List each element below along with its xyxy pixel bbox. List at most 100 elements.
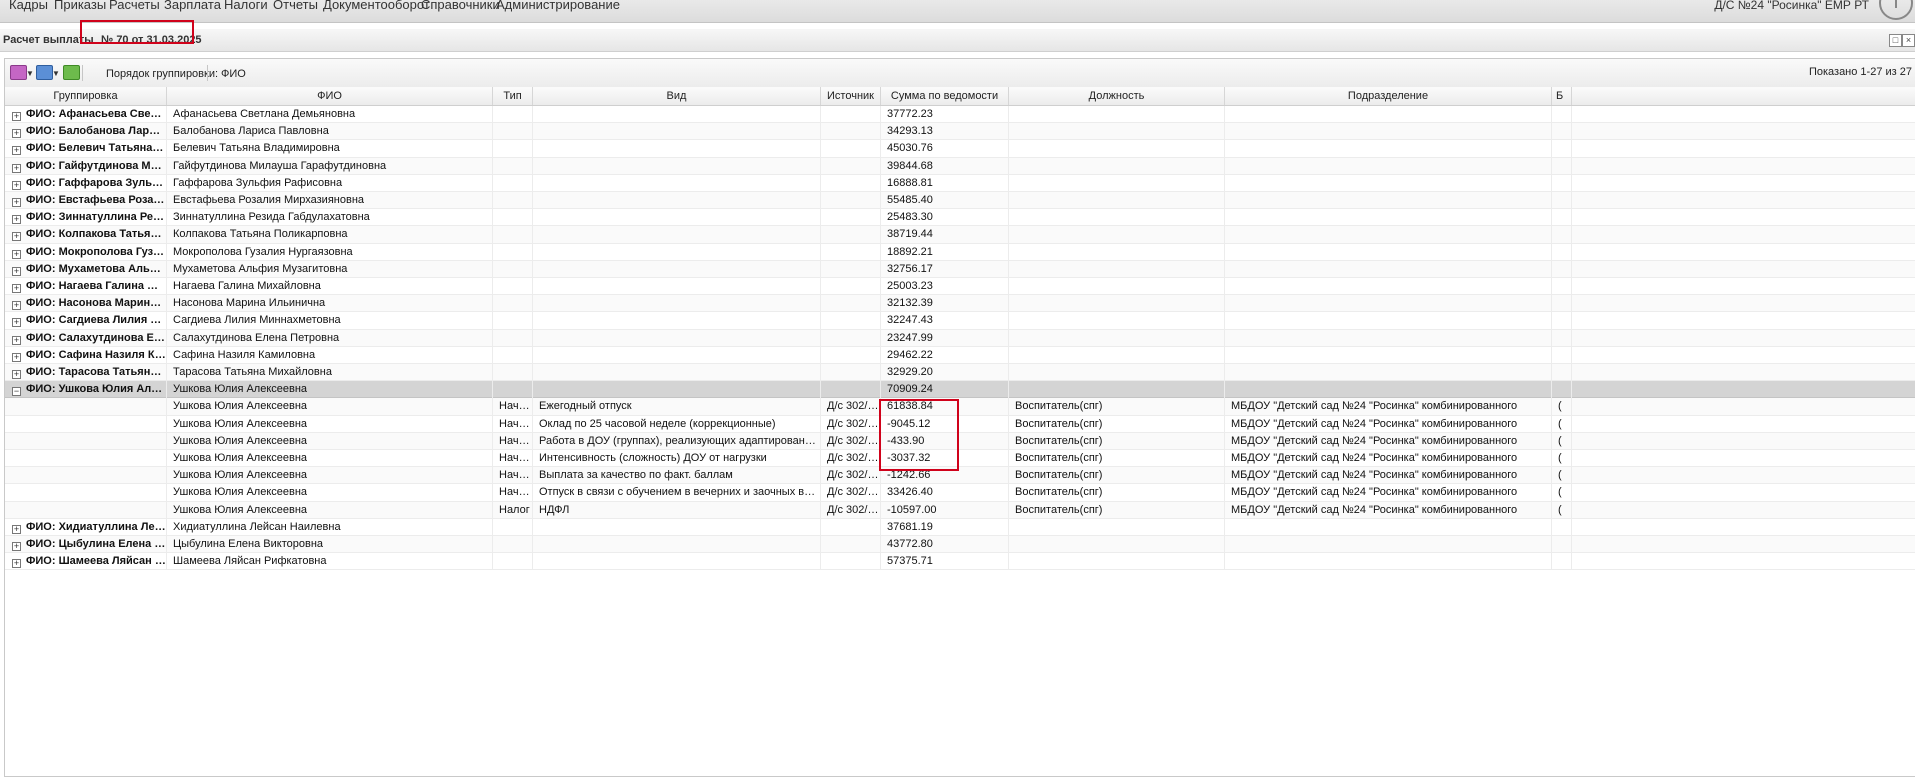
group-row[interactable]: +ФИО: Тарасова Татьяна МихайловнаТарасов… (5, 364, 1915, 382)
cell-fio: Ушкова Юлия Алексеевна (167, 467, 493, 485)
column-header-sum[interactable]: Сумма по ведомости (881, 87, 1009, 105)
cell-sum: 32929.20 (881, 364, 1009, 382)
cell-source (821, 157, 881, 175)
cell-vid (533, 553, 821, 571)
cell-vid (533, 278, 821, 296)
detail-row[interactable]: Ушкова Юлия АлексеевнаНачислениеЕжегодны… (5, 398, 1915, 416)
cell-fio: Шамеева Ляйсан Рифкатовна (167, 553, 493, 571)
group-row[interactable]: +ФИО: Сагдиева Лилия МиннахметовнаСагдие… (5, 312, 1915, 330)
cell-vid: Ежегодный отпуск (533, 398, 821, 416)
group-row[interactable]: +ФИО: Гайфутдинова Милауша Гарафутдиновн… (5, 157, 1915, 175)
cell-grouping: ФИО: Евстафьева Розалия Мирхазияновна (5, 192, 167, 210)
group-row[interactable]: +ФИО: Зиннатуллина Резида Габдулахатовна… (5, 209, 1915, 227)
restore-button[interactable]: □ (1889, 34, 1902, 47)
menu-item-prikazy[interactable]: Приказы (54, 0, 106, 12)
cell-sum: 16888.81 (881, 174, 1009, 192)
cell-extra: ( (1552, 432, 1572, 450)
cell-position (1009, 381, 1225, 399)
group-row[interactable]: +ФИО: Нагаева Галина МихайловнаНагаева Г… (5, 278, 1915, 296)
group-row[interactable]: +ФИО: Гаффарова Зульфия РафисовнаГаффаро… (5, 174, 1915, 192)
group-row[interactable]: +ФИО: Шамеева Ляйсан РифкатовнаШамеева Л… (5, 553, 1915, 571)
cell-source (821, 123, 881, 141)
menu-item-kadry[interactable]: Кадры (9, 0, 48, 12)
group-row[interactable]: +ФИО: Насонова Марина ИльиничнаНасонова … (5, 295, 1915, 313)
cell-sum: 57375.71 (881, 553, 1009, 571)
cell-fio: Евстафьева Розалия Мирхазияновна (167, 192, 493, 210)
cell-division: МБДОУ "Детский сад №24 "Росинка" комбини… (1225, 432, 1552, 450)
print-dropdown-button[interactable]: ▼ (36, 65, 60, 81)
menu-item-spravochniki[interactable]: Справочники (421, 0, 500, 12)
cell-source (821, 140, 881, 158)
cell-position (1009, 346, 1225, 364)
cell-vid (533, 140, 821, 158)
cell-extra: ( (1552, 467, 1572, 485)
menu-item-otchety[interactable]: Отчеты (273, 0, 318, 12)
menu-item-nalogi[interactable]: Налоги (224, 0, 268, 12)
menu-item-raschety[interactable]: Расчеты (109, 0, 160, 12)
cell-type: Начисление (493, 432, 533, 450)
column-header-position[interactable]: Должность (1009, 87, 1225, 105)
column-header-source[interactable]: Источник (821, 87, 881, 105)
cell-type (493, 157, 533, 175)
cell-type: Начисление (493, 467, 533, 485)
clock-icon[interactable] (1879, 0, 1913, 20)
detail-row[interactable]: Ушкова Юлия АлексеевнаНачислениеОтпуск в… (5, 484, 1915, 502)
column-header-extra[interactable]: Б (1552, 87, 1572, 105)
group-row[interactable]: +ФИО: Хидиатуллина Лейсан НаилевнаХидиат… (5, 518, 1915, 536)
add-dropdown-button[interactable]: ▼ (10, 65, 34, 81)
cell-grouping: ФИО: Сагдиева Лилия Миннахметовна (5, 312, 167, 330)
group-row[interactable]: +ФИО: Колпакова Татьяна ПоликарповнаКолп… (5, 226, 1915, 244)
group-row[interactable]: −ФИО: Ушкова Юлия АлексеевнаУшкова Юлия … (5, 381, 1915, 399)
menu-item-dokumentooborot[interactable]: Документооборот (323, 0, 430, 12)
group-row[interactable]: +ФИО: Балобанова Лариса ПавловнаБалобано… (5, 123, 1915, 141)
column-header-type[interactable]: Тип (493, 87, 533, 105)
cell-type (493, 140, 533, 158)
cell-sum: 45030.76 (881, 140, 1009, 158)
group-row[interactable]: +ФИО: Белевич Татьяна ВладимировнаБелеви… (5, 140, 1915, 158)
cell-division (1225, 518, 1552, 536)
cell-position (1009, 312, 1225, 330)
cell-type (493, 123, 533, 141)
detail-row[interactable]: Ушкова Юлия АлексеевнаНачислениеИнтенсив… (5, 450, 1915, 468)
cell-sum: 32247.43 (881, 312, 1009, 330)
cell-division (1225, 123, 1552, 141)
cell-source (821, 312, 881, 330)
group-row[interactable]: +ФИО: Мухаметова Альфия МузагитовнаМухам… (5, 260, 1915, 278)
cell-division (1225, 209, 1552, 227)
cell-extra (1552, 518, 1572, 536)
detail-row[interactable]: Ушкова Юлия Алексеевна Налог НДФЛ Д/с 302/2… (5, 501, 1915, 519)
cell-grouping: ФИО: Гаффарова Зульфия Рафисовна (5, 174, 167, 192)
menu-item-zarplata[interactable]: Зарплата (164, 0, 221, 12)
column-header-fio[interactable]: ФИО (167, 87, 493, 105)
detail-row[interactable]: Ушкова Юлия АлексеевнаНачислениеРабота в… (5, 432, 1915, 450)
cell-sum: 18892.21 (881, 243, 1009, 261)
group-row[interactable]: +ФИО: Евстафьева Розалия МирхазияновнаЕв… (5, 192, 1915, 210)
detail-row[interactable]: Ушкова Юлия АлексеевнаНачислениеОклад по… (5, 415, 1915, 433)
cell-position (1009, 174, 1225, 192)
cell-vid (533, 157, 821, 175)
detail-row[interactable]: Ушкова Юлия АлексеевнаНачислениеВыплата … (5, 467, 1915, 485)
group-row[interactable]: +ФИО: Салахутдинова Елена ПетровнаСалаху… (5, 329, 1915, 347)
group-row[interactable]: +ФИО: Сафина Назиля КамиловнаСафина Нази… (5, 346, 1915, 364)
cell-sum: 39844.68 (881, 157, 1009, 175)
cell-source (821, 381, 881, 399)
cell-fio: Ушкова Юлия Алексеевна (167, 484, 493, 502)
cell-source (821, 346, 881, 364)
group-order-value[interactable]: ФИО (221, 68, 246, 80)
group-row[interactable]: +ФИО: Цыбулина Елена ВикторовнаЦыбулина … (5, 536, 1915, 554)
column-header-grouping[interactable]: Группировка (5, 87, 167, 105)
cell-extra (1552, 174, 1572, 192)
group-row[interactable]: +ФИО: Афанасьева Светлана ДемьяновнаАфан… (5, 106, 1915, 124)
cell-vid (533, 260, 821, 278)
cell-division: МБДОУ "Детский сад №24 "Росинка" комбини… (1225, 415, 1552, 433)
cell-extra (1552, 243, 1572, 261)
column-header-division[interactable]: Подразделение (1225, 87, 1552, 105)
cell-extra: ( (1552, 501, 1572, 519)
group-row[interactable]: +ФИО: Мокрополова Гузалия НургаязовнаМок… (5, 243, 1915, 261)
close-button[interactable]: × (1902, 34, 1915, 47)
refresh-button[interactable] (63, 65, 80, 81)
cell-division (1225, 260, 1552, 278)
cell-source: Д/с 302/211 (821, 467, 881, 485)
column-header-vid[interactable]: Вид (533, 87, 821, 105)
menu-item-administrirovanie[interactable]: Администрирование (496, 0, 620, 12)
